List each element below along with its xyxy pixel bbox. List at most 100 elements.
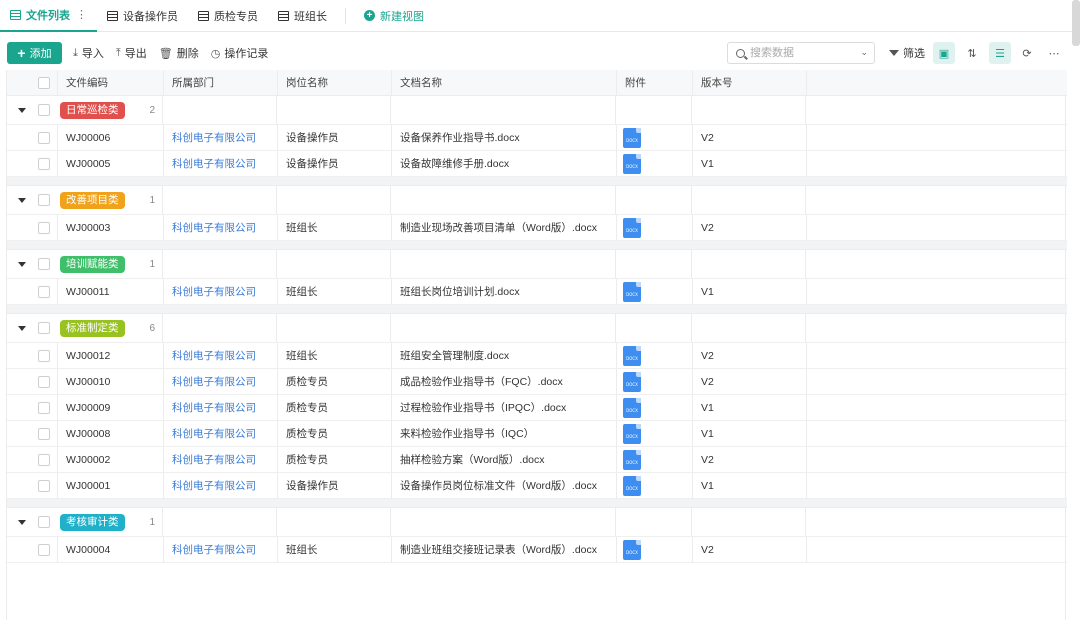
file-code-cell: WJ00006 xyxy=(58,125,164,150)
group-checkbox[interactable] xyxy=(38,516,50,528)
row-checkbox[interactable] xyxy=(38,427,50,440)
table-row[interactable]: WJ00001 科创电子有限公司 设备操作员 设备操作员岗位标准文件（Word版）.d… xyxy=(7,473,1067,499)
import-button[interactable]: ⤓ 导入 xyxy=(73,45,104,61)
caret-down-icon[interactable] xyxy=(18,520,26,525)
table-row[interactable]: WJ00005 科创电子有限公司 设备操作员 设备故障维修手册.docx DOCX V1 xyxy=(7,151,1067,177)
row-select-cell xyxy=(7,473,58,498)
chevron-down-icon[interactable]: ⌄ xyxy=(860,47,868,58)
department-link[interactable]: 科创电子有限公司 xyxy=(164,537,278,562)
row-checkbox[interactable] xyxy=(38,131,50,144)
row-checkbox[interactable] xyxy=(38,157,50,170)
department-link[interactable]: 科创电子有限公司 xyxy=(164,395,278,420)
row-checkbox[interactable] xyxy=(38,453,50,466)
department-link[interactable]: 科创电子有限公司 xyxy=(164,279,278,304)
select-all-checkbox[interactable] xyxy=(38,76,50,89)
docx-label: DOCX xyxy=(626,407,638,413)
department-link[interactable]: 科创电子有限公司 xyxy=(164,447,278,472)
header-department[interactable]: 所属部门 xyxy=(164,70,278,95)
table-row[interactable]: WJ00009 科创电子有限公司 质检专员 过程检验作业指导书（IPQC）.docx D… xyxy=(7,395,1067,421)
table-row[interactable]: WJ00002 科创电子有限公司 质检专员 抽样检验方案（Word版）.docx DOC… xyxy=(7,447,1067,473)
header-attachment[interactable]: 附件 xyxy=(617,70,693,95)
tab-team-leader[interactable]: 班组长 xyxy=(268,0,337,32)
department-link[interactable]: 科创电子有限公司 xyxy=(164,369,278,394)
delete-button[interactable]: 🗑 删除 xyxy=(159,45,199,61)
docx-file-icon[interactable]: DOCX xyxy=(623,423,641,444)
new-view-button[interactable]: + 新建视图 xyxy=(354,0,434,32)
caret-down-icon[interactable] xyxy=(18,108,26,113)
header-doc-name[interactable]: 文档名称 xyxy=(392,70,617,95)
refresh-button[interactable]: ⟳ xyxy=(1016,42,1038,64)
row-select-cell xyxy=(7,125,58,150)
more-button[interactable]: ⋯ xyxy=(1043,42,1065,64)
empty-cell xyxy=(277,186,391,214)
docx-file-icon[interactable]: DOCX xyxy=(623,127,641,148)
search-box[interactable]: ⌄ xyxy=(727,42,875,64)
group-count: 1 xyxy=(149,516,155,528)
new-view-label: 新建视图 xyxy=(380,10,424,23)
doc-name-cell: 抽样检验方案（Word版）.docx xyxy=(392,447,617,472)
more-vertical-icon[interactable]: ⋮ xyxy=(76,8,87,21)
tab-file-list[interactable]: 文件列表 ⋮ xyxy=(0,0,97,32)
table-row[interactable]: WJ00011 科创电子有限公司 班组长 班组长岗位培训计划.docx DOCX V1 xyxy=(7,279,1067,305)
docx-file-icon[interactable]: DOCX xyxy=(623,397,641,418)
docx-file-icon[interactable]: DOCX xyxy=(623,539,641,560)
row-checkbox[interactable] xyxy=(38,349,50,362)
group-button[interactable]: ☰ xyxy=(989,42,1011,64)
header-post[interactable]: 岗位名称 xyxy=(278,70,392,95)
table-row[interactable]: WJ00010 科创电子有限公司 质检专员 成品检验作业指导书（FQC）.docx DO… xyxy=(7,369,1067,395)
file-code-cell: WJ00005 xyxy=(58,151,164,176)
tab-equipment-operator[interactable]: 设备操作员 xyxy=(97,0,188,32)
filter-button[interactable]: 筛选 xyxy=(889,45,925,61)
row-checkbox[interactable] xyxy=(38,221,50,234)
table-row[interactable]: WJ00008 科创电子有限公司 质检专员 来料检验作业指导书（IQC） DOCX V1 xyxy=(7,421,1067,447)
version-cell: V2 xyxy=(693,125,807,150)
group-tag: 培训赋能类 xyxy=(60,255,125,273)
sort-button[interactable]: ⇅ xyxy=(961,42,983,64)
department-link[interactable]: 科创电子有限公司 xyxy=(164,125,278,150)
group-checkbox[interactable] xyxy=(38,258,50,270)
add-button[interactable]: + 添加 xyxy=(7,42,62,64)
department-link[interactable]: 科创电子有限公司 xyxy=(164,343,278,368)
filter-icon xyxy=(889,50,899,56)
group-checkbox[interactable] xyxy=(38,104,50,116)
tab-qc-specialist[interactable]: 质检专员 xyxy=(188,0,268,32)
department-link[interactable]: 科创电子有限公司 xyxy=(164,151,278,176)
group-checkbox[interactable] xyxy=(38,322,50,334)
table-row[interactable]: WJ00003 科创电子有限公司 班组长 制造业现场改善项目清单（Word版）.doc… xyxy=(7,215,1067,241)
department-link[interactable]: 科创电子有限公司 xyxy=(164,215,278,240)
table-row[interactable]: WJ00012 科创电子有限公司 班组长 班组安全管理制度.docx DOCX V2 xyxy=(7,343,1067,369)
group-row: 日常巡检类 2 xyxy=(7,96,1067,125)
caret-down-icon[interactable] xyxy=(18,326,26,331)
operation-log-button[interactable]: ◷ 操作记录 xyxy=(211,45,269,61)
row-checkbox[interactable] xyxy=(38,479,50,492)
export-button[interactable]: ⤒ 导出 xyxy=(116,45,147,61)
group-spacer xyxy=(7,305,1067,314)
row-checkbox[interactable] xyxy=(38,375,50,388)
group-header-cell: 日常巡检类 2 xyxy=(7,96,163,124)
docx-file-icon[interactable]: DOCX xyxy=(623,345,641,366)
caret-down-icon[interactable] xyxy=(18,198,26,203)
docx-file-icon[interactable]: DOCX xyxy=(623,281,641,302)
department-link[interactable]: 科创电子有限公司 xyxy=(164,421,278,446)
docx-file-icon[interactable]: DOCX xyxy=(623,371,641,392)
caret-down-icon[interactable] xyxy=(18,262,26,267)
department-link[interactable]: 科创电子有限公司 xyxy=(164,473,278,498)
header-file-code[interactable]: 文件编码 xyxy=(58,70,164,95)
docx-label: DOCX xyxy=(626,355,638,361)
row-checkbox[interactable] xyxy=(38,401,50,414)
table-row[interactable]: WJ00004 科创电子有限公司 班组长 制造业班组交接班记录表（Word版）.doc… xyxy=(7,537,1067,563)
card-view-button[interactable]: ▣ xyxy=(933,42,955,64)
group-row: 培训赋能类 1 xyxy=(7,250,1067,279)
search-input[interactable] xyxy=(750,47,850,59)
docx-file-icon[interactable]: DOCX xyxy=(623,153,641,174)
row-checkbox[interactable] xyxy=(38,285,50,298)
row-checkbox[interactable] xyxy=(38,543,50,556)
docx-file-icon[interactable]: DOCX xyxy=(623,475,641,496)
docx-file-icon[interactable]: DOCX xyxy=(623,449,641,470)
header-version[interactable]: 版本号 xyxy=(693,70,807,95)
docx-file-icon[interactable]: DOCX xyxy=(623,217,641,238)
group-checkbox[interactable] xyxy=(38,194,50,206)
attachment-cell: DOCX xyxy=(617,395,693,420)
empty-cell xyxy=(163,314,277,342)
table-row[interactable]: WJ00006 科创电子有限公司 设备操作员 设备保养作业指导书.docx DOCX V2 xyxy=(7,125,1067,151)
